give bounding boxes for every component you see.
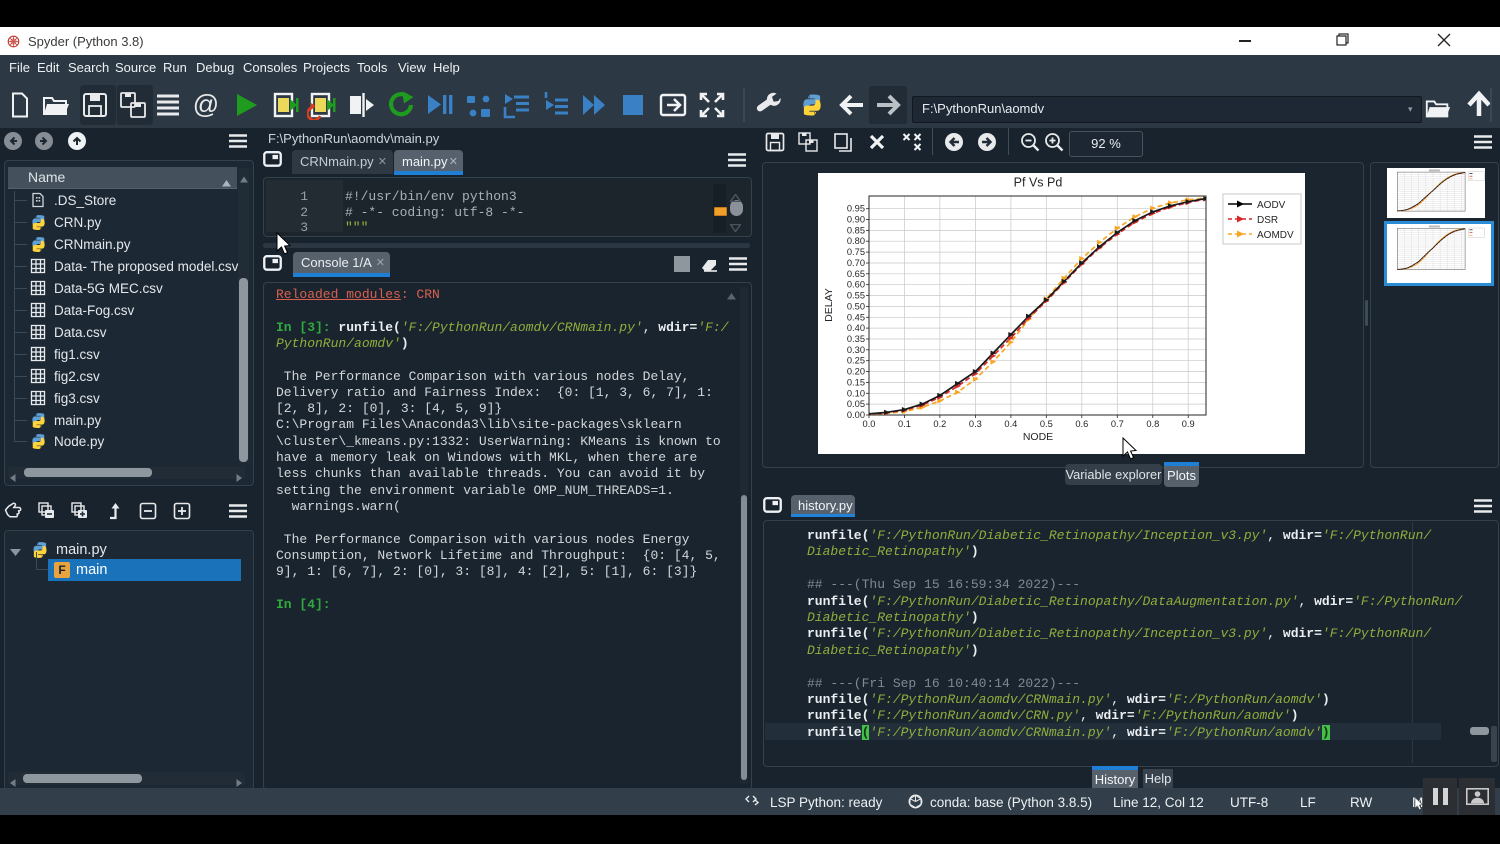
svg-text:0.40: 0.40 [847,323,865,333]
svg-text:Pf Vs Pd: Pf Vs Pd [1014,176,1063,190]
svg-text:0.1: 0.1 [898,419,911,429]
svg-text:0.25: 0.25 [847,356,865,366]
svg-text:0.85: 0.85 [847,225,865,235]
svg-text:0.5: 0.5 [1040,419,1053,429]
svg-text:0.6: 0.6 [1075,419,1088,429]
svg-text:0.8: 0.8 [1146,419,1159,429]
svg-text:NODE: NODE [1023,431,1053,443]
svg-text:0.15: 0.15 [847,377,865,387]
svg-text:0.90: 0.90 [847,215,865,225]
svg-text:DELAY: DELAY [823,288,835,322]
svg-text:0.45: 0.45 [847,312,865,322]
svg-text:0.75: 0.75 [847,247,865,257]
svg-text:AOMDV: AOMDV [1257,230,1294,241]
svg-text:0.7: 0.7 [1111,419,1124,429]
svg-text:DSR: DSR [1257,215,1278,226]
svg-text:0.20: 0.20 [847,367,865,377]
svg-text:0.55: 0.55 [847,291,865,301]
svg-text:AODV: AODV [1257,200,1286,211]
svg-text:0.95: 0.95 [847,204,865,214]
svg-text:0.9: 0.9 [1182,419,1195,429]
svg-text:0.60: 0.60 [847,280,865,290]
svg-text:0.65: 0.65 [847,269,865,279]
svg-text:0.2: 0.2 [933,419,946,429]
svg-text:0.35: 0.35 [847,334,865,344]
svg-text:0.70: 0.70 [847,258,865,268]
svg-text:0.0: 0.0 [863,419,876,429]
svg-text:0.80: 0.80 [847,236,865,246]
svg-text:0.3: 0.3 [969,419,982,429]
svg-text:0.05: 0.05 [847,399,865,409]
svg-text:0.4: 0.4 [1004,419,1017,429]
svg-text:@: @ [193,90,219,119]
svg-text:0.10: 0.10 [847,388,865,398]
svg-text:0.50: 0.50 [847,301,865,311]
svg-text:0.30: 0.30 [847,345,865,355]
